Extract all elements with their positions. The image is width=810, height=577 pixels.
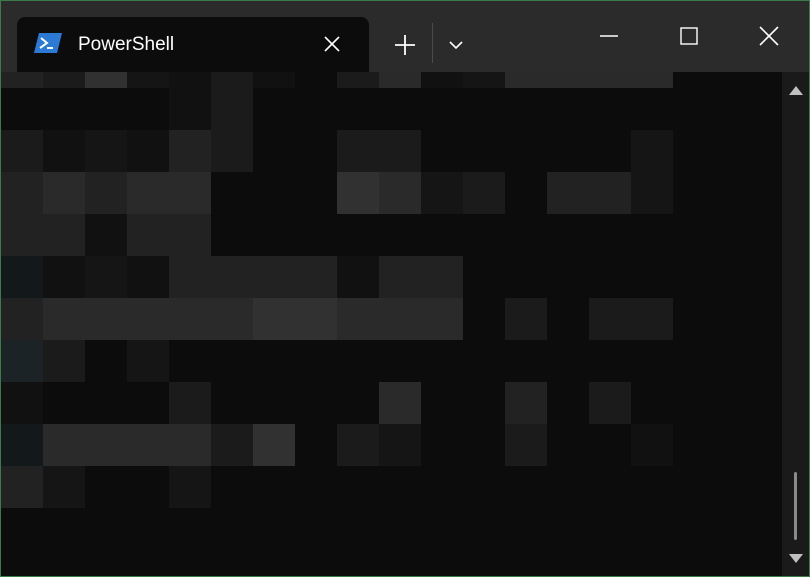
scroll-up-arrow-icon[interactable] [789,84,803,96]
chevron-down-icon [449,41,463,50]
terminal-window: PowerShell [0,0,810,577]
tab-powershell[interactable]: PowerShell [17,17,369,72]
tab-title: PowerShell [78,34,175,55]
new-tab-button[interactable] [385,25,425,65]
scrollbar-thumb[interactable] [794,472,797,540]
maximize-icon [680,27,698,45]
title-bar[interactable]: PowerShell [1,1,809,72]
tab-separator [432,23,433,63]
pixelated-terminal-output [1,72,673,508]
plus-icon [395,35,415,55]
minimize-button[interactable] [579,13,639,59]
vertical-scrollbar[interactable] [782,72,809,576]
powershell-icon [33,31,63,55]
minimize-icon [600,35,618,37]
scroll-down-arrow-icon[interactable] [789,552,803,564]
tab-close-icon[interactable] [319,31,345,57]
close-window-button[interactable] [739,13,799,59]
terminal-content-area[interactable] [1,72,781,576]
maximize-button[interactable] [659,13,719,59]
close-icon [759,26,779,46]
tab-dropdown-button[interactable] [438,25,474,65]
